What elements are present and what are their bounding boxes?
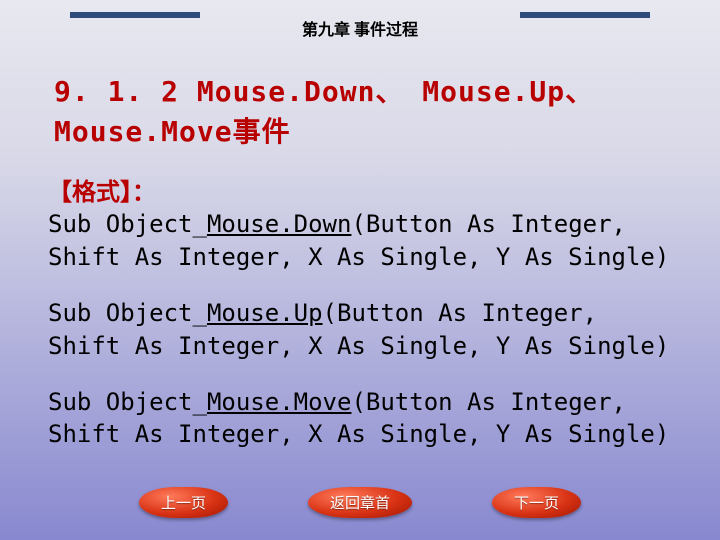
section-title: 9. 1. 2 Mouse.Down、 Mouse.Up、 Mouse.Move… xyxy=(54,70,720,150)
code-prefix: Sub Object_ xyxy=(48,210,207,238)
code-keyword: Mouse.Up xyxy=(207,299,323,327)
block-code: Sub Object_Mouse.Up(Button As Integer, S… xyxy=(48,297,672,362)
bar-left xyxy=(70,12,200,18)
content: 【格式】： Sub Object_Mouse.Down(Button As In… xyxy=(48,176,672,451)
code-keyword: Mouse.Move xyxy=(207,388,352,416)
code-prefix: Sub Object_ xyxy=(48,388,207,416)
format-label: 【格式】： xyxy=(48,178,156,206)
nav-buttons: 上一页 返回章首 下一页 xyxy=(0,487,720,518)
next-button[interactable]: 下一页 xyxy=(492,487,581,518)
bar-right xyxy=(520,12,650,18)
code-prefix: Sub Object_ xyxy=(48,299,207,327)
block-code: Sub Object_Mouse.Move(Button As Integer,… xyxy=(48,386,672,451)
home-button[interactable]: 返回章首 xyxy=(308,487,412,518)
code-keyword: Mouse.Down xyxy=(207,210,352,238)
chapter-title: 第九章 事件过程 xyxy=(0,16,720,40)
block-format: 【格式】： Sub Object_Mouse.Down(Button As In… xyxy=(48,176,672,273)
prev-button[interactable]: 上一页 xyxy=(139,487,228,518)
